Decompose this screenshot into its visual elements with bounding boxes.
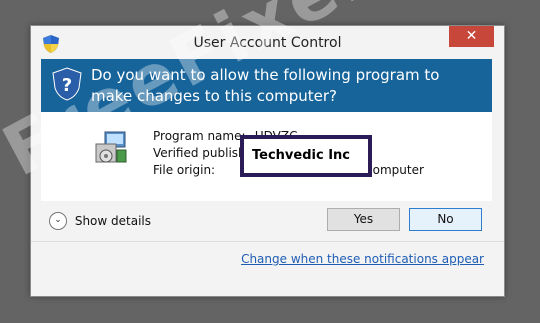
prompt-header: ? Do you want to allow the following pro… bbox=[41, 59, 492, 112]
close-icon[interactable]: ✕ bbox=[466, 28, 478, 44]
notification-settings-link[interactable]: Change when these notifications appear bbox=[241, 252, 484, 266]
publisher-highlight: Techvedic Inc bbox=[240, 135, 372, 177]
show-details-toggle[interactable]: ⌄ Show details bbox=[49, 212, 151, 230]
uac-shield-icon: ? bbox=[52, 67, 82, 101]
uac-dialog: User Account Control ✕ ? Do you want to … bbox=[30, 25, 505, 297]
close-button[interactable]: ✕ bbox=[449, 26, 494, 47]
show-details-label[interactable]: Show details bbox=[75, 214, 151, 228]
svg-text:?: ? bbox=[62, 75, 72, 96]
installer-icon bbox=[95, 131, 127, 163]
divider bbox=[31, 241, 504, 242]
program-name-label: Program name: bbox=[153, 129, 246, 143]
prompt-question: Do you want to allow the following progr… bbox=[91, 66, 440, 105]
program-info-panel: Program name: UDVZC Verified publisher: … bbox=[41, 112, 492, 201]
yes-button[interactable]: Yes bbox=[327, 208, 400, 231]
chevron-down-icon[interactable]: ⌄ bbox=[49, 212, 67, 230]
publisher-label: Verified publisher: bbox=[153, 146, 251, 160]
window-title: User Account Control bbox=[193, 35, 342, 51]
no-button[interactable]: No bbox=[409, 208, 482, 231]
file-origin-label: File origin: bbox=[153, 163, 216, 177]
title-bar: User Account Control ✕ bbox=[31, 26, 504, 59]
